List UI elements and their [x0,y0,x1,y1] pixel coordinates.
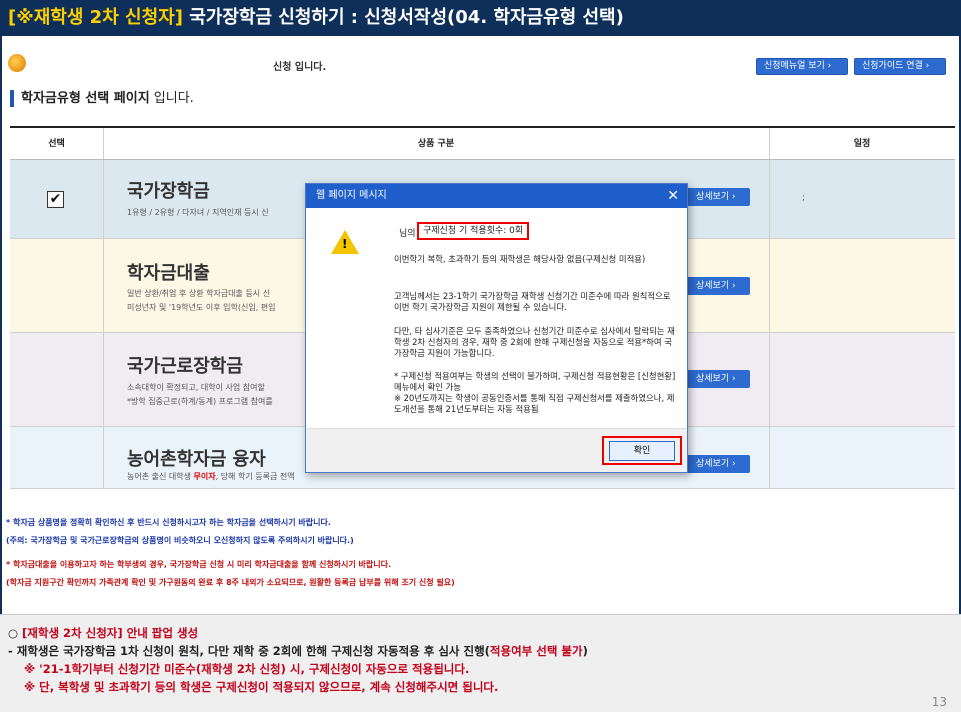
warning-mark: ! [342,237,348,251]
page-heading-rest: 입니다. [149,91,194,106]
header-select: 선택 [48,139,65,149]
notice-line: (학자금 지원구간 확인까지 가족관계 확인 및 가구원동의 완료 후 8주 내… [6,578,455,587]
divider [769,239,770,332]
page-number: 13 [931,695,947,709]
divider [103,160,104,238]
product-desc-text: 농어촌 출신 대학생 [127,472,194,481]
product-desc: 소속대학이 확정되고, 대학이 사업 참여할 [127,383,265,392]
explanation-text: ) [582,644,588,658]
divider [769,160,770,238]
divider [103,239,104,332]
notice-line: * 학자금 상품명을 정확히 확인하신 후 반드시 신청하시고자 하는 학자금을… [6,518,331,527]
product-desc: 미성년자 및 '19학년도 이후 입학(신입, 편입 [127,303,276,312]
explanation-text: - 재학생은 국가장학금 1차 신청이 원칙, 다만 재학 중 2회에 한해 구… [8,644,490,658]
product-desc: *방학 집중근로(하계/동계) 프로그램 참여를 [127,397,273,406]
product-name: 학자금대출 [127,263,210,284]
table-header: 선택 상품 구분 일정 [10,126,955,160]
product-desc: 일반 상환/취업 후 상환 학자금대출 등시 신 [127,289,271,298]
screenshot-area: 신청 입니다. 신청메뉴얼 보기 › 신청가이드 연결 › 학자금유형 선택 페… [0,36,961,614]
divider [103,333,104,426]
dialog-title: 웹 페이지 메시지 [316,190,387,201]
product-desc-highlight: 무이자 [193,472,216,481]
close-icon[interactable]: ✕ [667,184,679,208]
product-name: 농어촌학자금 융자 [127,449,266,470]
relief-count-highlight: 구제신청 기 적용횟수: 0회 [417,222,530,240]
divider [769,128,770,159]
schedule-value: ; [802,193,806,203]
guide-button[interactable]: 신청가이드 연결 › [854,58,946,75]
product-desc: 1유형 / 2유형 / 다자녀 / 지역인재 등시 신 [127,208,269,217]
explanation-highlight: 적용여부 선택 불가 [489,644,583,658]
dialog-footer: 확인 [306,428,687,472]
divider [769,333,770,426]
dialog-text: 다만, 타 심사기준은 모두 충족하였으나 신청기간 미준수로 심사에서 탈락되… [394,326,675,358]
divider [769,427,770,488]
manual-button[interactable]: 신청메뉴얼 보기 › [756,58,848,75]
explanation-line: - 재학생은 국가장학금 1차 신청이 원칙, 다만 재학 중 2회에 한해 구… [8,642,953,660]
notice-line: * 학자금대출을 이용하고자 하는 학부생의 경우, 국가장학금 신청 시 미리… [6,560,392,569]
slide-title-text: 국가장학금 신청하기 : 신청서작성(04. 학자금유형 선택) [182,7,624,28]
dialog-user-label: 님의 [399,229,416,239]
header-schedule: 일정 [853,139,871,149]
web-page-message-dialog: 웹 페이지 메시지 ✕ ! 님의 구제신청 기 적용횟수: 0회 이번학기 복학… [305,183,688,473]
explanation-bullet: ○ [8,626,23,640]
product-name: 국가장학금 [127,181,210,202]
explanation-line: ※ 단, 복학생 및 초과학기 등의 학생은 구제신청이 적용되지 않으므로, … [24,680,499,694]
explanation-box: ○ [재학생 2차 신청자] 안내 팝업 생성 - 재학생은 국가장학금 1차 … [0,614,961,712]
page-heading: 학자금유형 선택 페이지 입니다. [10,90,194,107]
header-product: 상품 구분 [417,139,455,149]
logo-icon [8,54,26,72]
slide-title: [※재학생 2차 신청자] 국가장학금 신청하기 : 신청서작성(04. 학자금… [0,0,961,36]
product-desc-text: , 당해 학기 등록금 전액 [215,472,295,481]
select-checkbox[interactable]: ✔ [47,191,64,208]
page-heading-bold: 학자금유형 선택 페이지 [21,91,150,106]
ok-button[interactable]: 확인 [609,441,675,461]
dialog-title-bar: 웹 페이지 메시지 ✕ [306,184,687,208]
dialog-text: 고객님께서는 23-1학기 국가장학금 재학생 신청기간 미준수에 따라 원칙적… [394,291,671,312]
header-message: 신청 입니다. [273,62,327,73]
dialog-text: ※ 20년도까지는 학생이 공동인증서를 통해 직접 구제신청서를 제출하였으나… [394,393,675,414]
slide-title-highlight: [※재학생 2차 신청자] [8,7,183,28]
dialog-text: * 구제신청 적용여부는 학생의 선택이 불가하며, 구제신청 적용현황은 [신… [394,371,676,392]
dialog-text: 이번학기 복학, 초과학기 등의 재학생은 해당사항 없음(구제신청 미적용) [394,254,646,264]
divider [103,427,104,488]
divider [103,128,104,159]
explanation-line: ※ '21-1학기부터 신청기간 미준수(재학생 2차 신청) 시, 구제신청이… [24,662,470,676]
notice-line: (주의: 국가장학금 및 국가근로장학금의 상품명이 비슷하오니 오신청하지 않… [6,536,354,545]
explanation-heading: [재학생 2차 신청자] 안내 팝업 생성 [22,626,199,640]
explanation-line: ○ [재학생 2차 신청자] 안내 팝업 생성 [8,624,953,642]
product-desc: 농어촌 출신 대학생 무이자, 당해 학기 등록금 전액 [127,470,295,483]
product-name: 국가근로장학금 [127,356,243,377]
